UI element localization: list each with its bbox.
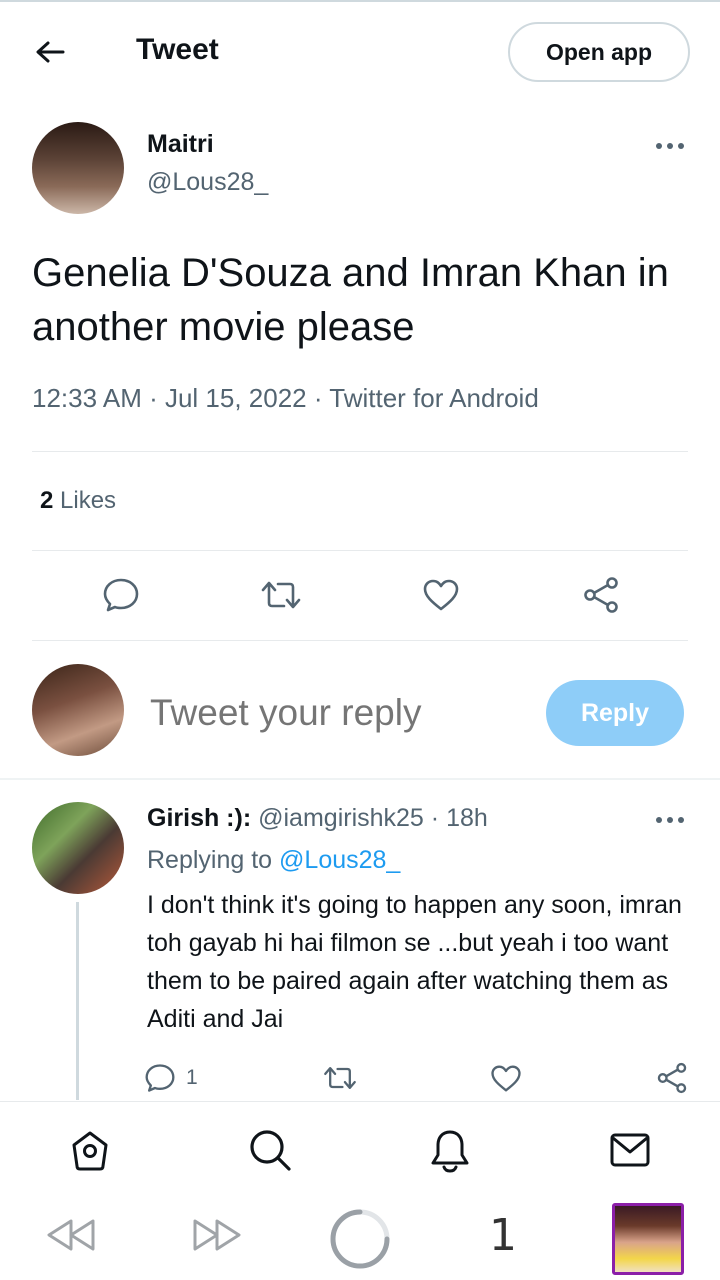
open-app-button[interactable]: Open app xyxy=(508,22,690,82)
tab-count[interactable]: 1 xyxy=(478,1209,528,1261)
reply-time: 18h xyxy=(446,804,488,832)
tweet-meta: 12:33 AM · Jul 15, 2022 · Twitter for An… xyxy=(32,383,539,413)
tweet-text: Genelia D'Souza and Imran Khan in anothe… xyxy=(32,251,669,349)
reply-author-handle[interactable]: @iamgirishk25 xyxy=(258,804,424,832)
share-icon xyxy=(584,577,618,613)
author-handle[interactable]: @Lous28_ xyxy=(147,168,268,197)
more-options-button[interactable] xyxy=(650,138,690,154)
bottom-navigation xyxy=(0,1101,720,1191)
nav-messages[interactable] xyxy=(604,1126,656,1174)
nav-home[interactable] xyxy=(64,1126,116,1174)
likes-link[interactable]: 2 Likes xyxy=(40,487,116,515)
replying-to-mention[interactable]: @Lous28_ xyxy=(279,846,400,874)
author-name[interactable]: Maitri xyxy=(147,130,214,159)
retweet-icon xyxy=(261,581,301,609)
heart-icon xyxy=(491,1065,521,1091)
likes-label: Likes xyxy=(60,487,117,514)
loading-indicator xyxy=(328,1207,392,1271)
fast-forward-button[interactable] xyxy=(190,1215,244,1255)
reply-comment-button[interactable]: 1 xyxy=(144,1060,198,1096)
bell-icon xyxy=(431,1130,469,1173)
likes-count: 2 xyxy=(40,487,54,514)
reply-count: 1 xyxy=(186,1066,198,1089)
heart-icon xyxy=(423,579,459,611)
divider xyxy=(32,550,688,551)
rewind-button[interactable] xyxy=(44,1215,98,1255)
reply-input[interactable] xyxy=(150,692,530,734)
like-button[interactable] xyxy=(416,572,466,618)
retweet-icon xyxy=(324,1067,356,1089)
reply-author-name[interactable]: Girish :): xyxy=(147,804,251,832)
comment-button[interactable] xyxy=(96,572,146,618)
loading-icon xyxy=(330,1209,390,1269)
back-arrow-icon xyxy=(36,41,65,63)
nav-notifications[interactable] xyxy=(424,1126,476,1176)
mail-icon xyxy=(610,1133,650,1167)
reply-retweet-button[interactable] xyxy=(320,1060,360,1096)
back-button[interactable] xyxy=(28,32,72,72)
page-title: Tweet xyxy=(136,33,219,66)
share-icon xyxy=(657,1062,687,1094)
more-icon xyxy=(656,143,684,149)
section-separator xyxy=(0,778,720,780)
top-bar: Tweet Open app xyxy=(0,0,720,100)
divider xyxy=(32,451,688,452)
comment-icon xyxy=(103,578,139,612)
retweet-button[interactable] xyxy=(256,572,306,618)
thread-line xyxy=(76,902,79,1100)
replying-to: Replying to @Lous28_ xyxy=(147,846,400,875)
share-button[interactable] xyxy=(576,572,626,618)
reply-text: I don't think it's going to happen any s… xyxy=(147,891,682,1033)
author-avatar[interactable] xyxy=(32,122,124,214)
reply-like-button[interactable] xyxy=(486,1060,526,1096)
reply-more-options-button[interactable] xyxy=(650,812,690,828)
reply-author-avatar[interactable] xyxy=(32,802,124,894)
current-user-avatar[interactable] xyxy=(32,664,124,756)
replying-to-label: Replying to xyxy=(147,846,273,874)
search-icon xyxy=(250,1130,291,1171)
nav-search[interactable] xyxy=(244,1126,296,1174)
divider xyxy=(32,640,688,641)
reply-header: Girish :): @iamgirishk25 · 18h xyxy=(147,804,488,833)
comment-icon xyxy=(145,1064,175,1092)
fast-forward-icon xyxy=(193,1219,241,1251)
more-icon xyxy=(656,817,684,823)
reply-button[interactable]: Reply xyxy=(546,680,684,746)
home-icon xyxy=(72,1131,108,1171)
rewind-icon xyxy=(47,1219,95,1251)
tab-thumbnail[interactable] xyxy=(612,1203,684,1275)
reply-share-button[interactable] xyxy=(652,1060,692,1096)
separator-dot: · xyxy=(430,804,440,832)
